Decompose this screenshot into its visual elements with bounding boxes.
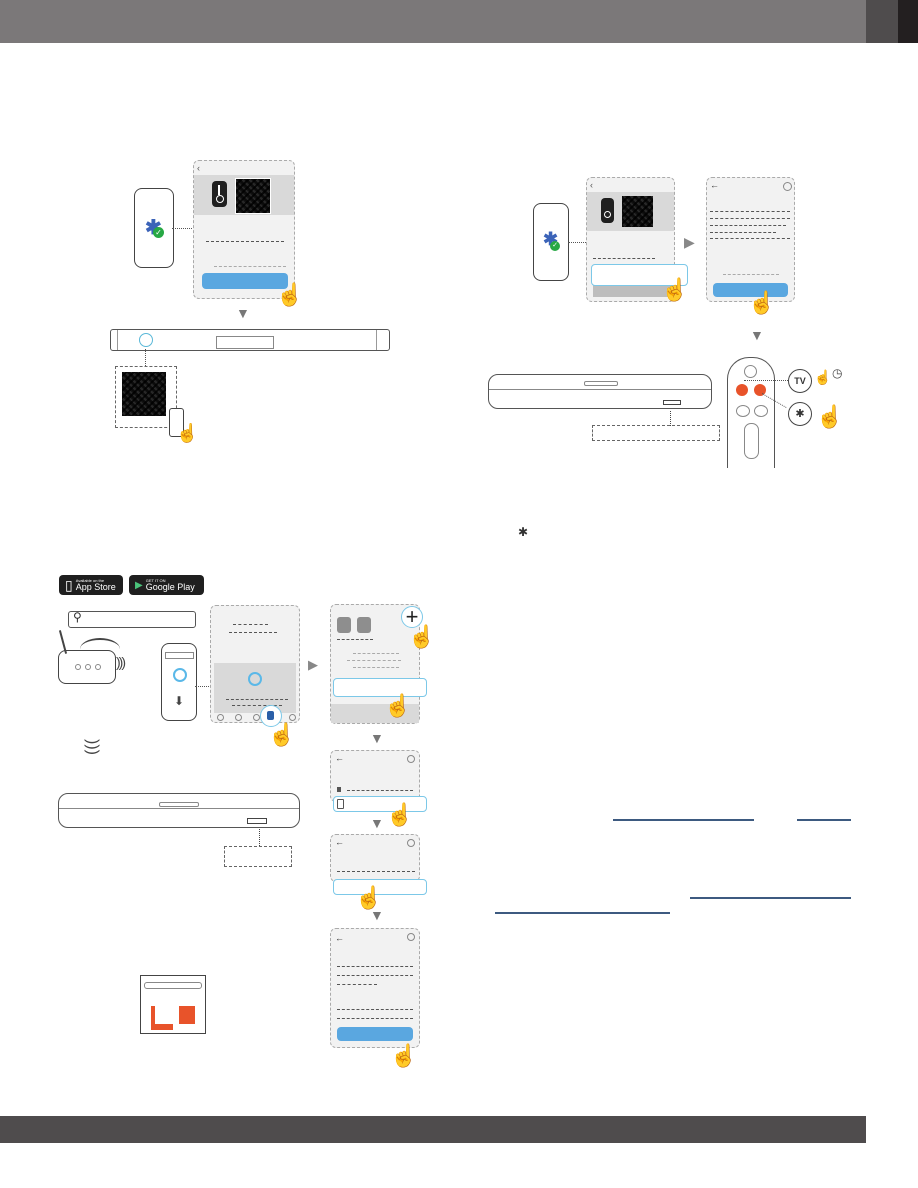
qr-header-band [194, 175, 294, 215]
app-finish-screen: ← [330, 928, 420, 1048]
soundbar-front-view [58, 793, 300, 828]
shopping-cart-icon [151, 1006, 173, 1030]
connector-line [145, 349, 146, 366]
qr-header-band [587, 192, 674, 231]
app-screen-qr: ‹ [193, 160, 295, 299]
back-icon: ← [335, 837, 344, 847]
app-home-screen [210, 605, 300, 723]
app-instructions-screen: ← [706, 177, 795, 302]
hand-pointer-icon: ☝ [384, 693, 412, 718]
arrow-down-icon: ▼ [370, 730, 384, 746]
check-icon: ✓ [153, 227, 164, 238]
led-callout-box [224, 846, 292, 867]
qr-code-image [122, 372, 166, 416]
footer-bar [0, 1116, 866, 1143]
key-icon [212, 181, 227, 207]
bluetooth-button-callout: ✱ [788, 402, 812, 426]
bluetooth-icon: ✱ [795, 408, 805, 420]
connector-line [568, 242, 588, 243]
hand-pointer-icon: ☝ [276, 282, 304, 307]
app-store-label: App Store [75, 581, 116, 592]
key-icon [601, 198, 614, 223]
wifi-waves-icon [80, 638, 120, 660]
hand-pointer-icon: ☝ [390, 1043, 418, 1068]
power-button[interactable] [744, 365, 757, 378]
remote-control [727, 357, 775, 468]
soundbar-front-view [488, 374, 712, 409]
led-callout-box [592, 425, 720, 441]
wifi-signal-icon: ))) [116, 654, 126, 670]
arrow-right-icon: ▶ [684, 234, 695, 250]
hand-pointer-icon: ☝ [814, 369, 832, 385]
qr-code-image [235, 178, 271, 214]
arrow-down-icon: ▼ [370, 815, 384, 831]
link-2[interactable] [797, 819, 851, 821]
volume-rocker[interactable] [744, 423, 759, 459]
download-icon: ⬇ [174, 694, 185, 708]
hand-pointer-icon: ☝ [816, 404, 844, 429]
tv-label: TV [794, 376, 806, 386]
remote-small-button[interactable] [754, 405, 768, 417]
arrow-right-icon: ▶ [308, 657, 318, 672]
purchase-gift-icon [140, 975, 206, 1034]
chevron-left-icon: ‹ [197, 163, 200, 173]
link-3[interactable] [690, 897, 851, 899]
soundbar-top-view [110, 329, 390, 351]
app-confirm-screen: ← [330, 834, 420, 882]
qr-code-image [622, 196, 653, 227]
phone-illustration: ✱ ✓ [134, 188, 174, 268]
text-placeholder [214, 266, 286, 267]
select-soundbar-option[interactable] [333, 678, 427, 697]
status-led [663, 400, 681, 405]
search-icon: ⚲ [73, 610, 82, 624]
hand-pointer-icon: ☝ [748, 290, 776, 315]
tv-source-button[interactable] [736, 384, 748, 396]
header-edge-tab [898, 0, 918, 43]
back-icon: ← [335, 933, 344, 943]
qr-sticker-marker [139, 333, 153, 347]
hand-pointer-icon: ☝ [176, 423, 199, 443]
remote-small-button[interactable] [736, 405, 750, 417]
google-play-label: Google Play [145, 581, 195, 592]
app-store-badge[interactable]: ▯ Available on the App Store [59, 575, 123, 595]
header-section-tab [866, 0, 898, 43]
text-placeholder [233, 624, 268, 625]
hand-pointer-icon: ☝ [268, 722, 296, 747]
connector-line [172, 228, 194, 229]
broadcast-signal-icon: ))) [83, 739, 101, 755]
qr-callout-box [115, 366, 177, 428]
header-bar [0, 0, 866, 43]
alexa-icon [248, 672, 262, 686]
text-placeholder [229, 632, 277, 633]
arrow-down-icon: ▼ [236, 305, 250, 321]
gift-icon [179, 1006, 195, 1024]
link-1[interactable] [613, 819, 754, 821]
hand-pointer-icon: ☝ [661, 277, 689, 302]
done-button[interactable] [337, 1027, 413, 1041]
arrow-down-icon: ▼ [750, 327, 764, 343]
alexa-card [214, 663, 296, 713]
hand-pointer-icon: ☝ [408, 624, 436, 649]
port-panel [216, 336, 274, 349]
phone-illustration: ✱ ✓ [533, 203, 569, 281]
text-placeholder [206, 241, 284, 242]
hand-pointer-icon: ☝ [386, 802, 414, 827]
connector-line [195, 686, 211, 687]
phone-app-download: ⬇ [161, 643, 197, 721]
arrow-down-icon: ▼ [370, 907, 384, 923]
chevron-left-icon: ‹ [590, 180, 593, 190]
status-led [247, 818, 267, 824]
clock-icon: ◷ [832, 366, 843, 380]
google-play-badge[interactable]: ▶ GET IT ON Google Play [129, 575, 204, 595]
link-4[interactable] [495, 912, 670, 914]
bluetooth-inline-icon: ✱ [518, 525, 529, 539]
hand-pointer-icon: ☝ [355, 885, 383, 910]
check-icon: ✓ [550, 241, 560, 251]
search-input[interactable]: ⚲ [68, 610, 196, 628]
tv-button-callout: TV [788, 369, 812, 393]
app-select-device-screen: ← [330, 750, 420, 802]
back-icon: ← [335, 753, 344, 763]
back-icon: ← [710, 180, 719, 190]
